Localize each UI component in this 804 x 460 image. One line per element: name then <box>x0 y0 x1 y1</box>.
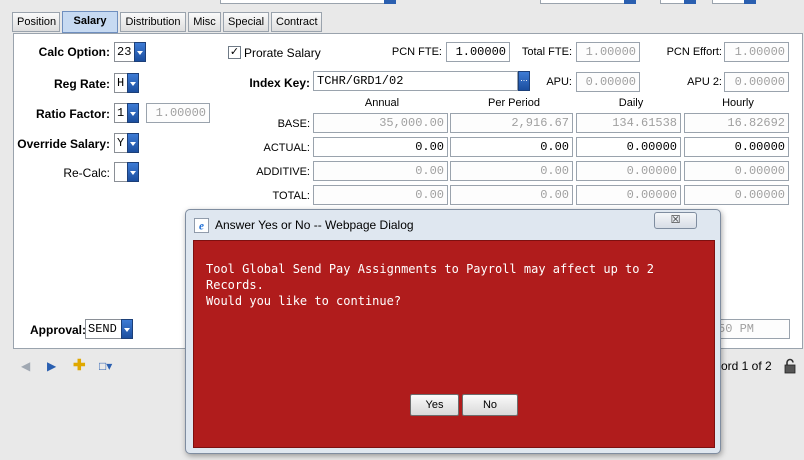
actual-daily-field[interactable]: 0.00000 <box>576 137 681 157</box>
row-label-additive: ADDITIVE: <box>256 166 310 178</box>
tab-salary[interactable]: Salary <box>62 11 118 33</box>
top-field-1[interactable] <box>220 0 390 4</box>
browser-icon: e <box>194 218 209 233</box>
tab-distribution[interactable]: Distribution <box>120 12 186 32</box>
dialog-message-line-2: Would you like to continue? <box>206 294 402 308</box>
apu-label: APU: <box>546 76 572 88</box>
record-count: ord 1 of 2 <box>721 359 772 373</box>
index-key-label: Index Key: <box>249 76 310 90</box>
re-calc-dropdown-button[interactable] <box>127 162 139 182</box>
reg-rate-dropdown-button[interactable] <box>127 73 139 93</box>
approval-dropdown-button[interactable] <box>121 319 133 339</box>
total-fte-field[interactable]: 1.00000 <box>576 42 640 62</box>
top-dropdown-button-2[interactable] <box>624 0 636 4</box>
ratio-factor-value: 1 <box>117 106 125 120</box>
confirm-dialog: e Answer Yes or No -- Webpage Dialog ☒ T… <box>185 209 721 454</box>
index-key-lookup-button[interactable]: ... <box>518 71 530 91</box>
base-per-period-field[interactable]: 2,916.67 <box>450 113 573 133</box>
partial-time-field[interactable]: 50 PM <box>714 319 790 339</box>
top-strip <box>0 0 804 10</box>
total-annual-field[interactable]: 0.00 <box>313 185 448 205</box>
dialog-message: Tool Global Send Pay Assignments to Payr… <box>206 261 706 309</box>
page-menu-icon[interactable]: □▾ <box>99 359 112 373</box>
ratio-factor-dropdown-button[interactable] <box>127 103 139 123</box>
prorate-salary-checkbox[interactable]: ✓ <box>228 46 241 59</box>
reg-rate-value: H <box>117 76 125 90</box>
row-label-actual: ACTUAL: <box>263 142 310 154</box>
ratio-factor-label: Ratio Factor: <box>35 107 110 121</box>
prev-record-icon[interactable]: ◀ <box>21 359 30 373</box>
top-dropdown-button-1[interactable] <box>384 0 396 4</box>
yes-button[interactable]: Yes <box>410 394 459 416</box>
dialog-message-line-1: Tool Global Send Pay Assignments to Payr… <box>206 262 654 292</box>
calc-option-dropdown-button[interactable] <box>134 42 146 62</box>
base-hourly-field[interactable]: 16.82692 <box>684 113 789 133</box>
next-record-icon[interactable]: ▶ <box>47 359 56 373</box>
total-per-period-field[interactable]: 0.00 <box>450 185 573 205</box>
total-hourly-field[interactable]: 0.00000 <box>684 185 789 205</box>
calc-option-value: 23 <box>117 45 132 59</box>
additive-hourly-field[interactable]: 0.00000 <box>684 161 789 181</box>
pcn-effort-field[interactable]: 1.00000 <box>724 42 789 62</box>
col-header-hourly: Hourly <box>722 97 754 109</box>
reg-rate-label: Reg Rate: <box>53 77 110 91</box>
calc-option-label: Calc Option: <box>38 45 110 59</box>
add-record-icon[interactable]: ✚ <box>73 358 86 373</box>
override-salary-select[interactable]: Y <box>114 133 139 153</box>
svg-text:e: e <box>199 221 204 233</box>
ratio-factor-amount-field[interactable]: 1.00000 <box>146 103 210 123</box>
index-key-field[interactable]: TCHR/GRD1/02 <box>313 71 518 91</box>
row-label-base: BASE: <box>277 118 310 130</box>
apu2-label: APU 2: <box>687 76 722 88</box>
tab-misc[interactable]: Misc <box>188 12 221 32</box>
reg-rate-select[interactable]: H <box>114 73 139 93</box>
no-button[interactable]: No <box>462 394 518 416</box>
tab-position[interactable]: Position <box>12 12 60 32</box>
override-salary-value: Y <box>117 136 125 150</box>
apu-field[interactable]: 0.00000 <box>576 72 640 92</box>
top-dropdown-button-4[interactable] <box>744 0 756 4</box>
col-header-annual: Annual <box>364 97 400 109</box>
re-calc-label: Re-Calc: <box>63 166 110 180</box>
row-label-total: TOTAL: <box>272 190 311 202</box>
additive-annual-field[interactable]: 0.00 <box>313 161 448 181</box>
ratio-factor-select[interactable]: 1 <box>114 103 139 123</box>
approval-select[interactable]: SEND <box>85 319 133 339</box>
dialog-title: Answer Yes or No -- Webpage Dialog <box>215 218 414 232</box>
override-salary-dropdown-button[interactable] <box>127 133 139 153</box>
approval-label: Approval: <box>30 323 87 337</box>
pcn-fte-field[interactable]: 1.00000 <box>446 42 510 62</box>
pcn-effort-label: PCN Effort: <box>666 46 722 58</box>
total-fte-label: Total FTE: <box>521 46 572 58</box>
total-daily-field[interactable]: 0.00000 <box>576 185 681 205</box>
override-salary-label: Override Salary: <box>17 137 110 151</box>
dialog-close-button[interactable]: ☒ <box>654 212 697 229</box>
prorate-salary-label: Prorate Salary <box>244 46 321 60</box>
dialog-body: Tool Global Send Pay Assignments to Payr… <box>193 240 715 448</box>
actual-per-period-field[interactable]: 0.00 <box>450 137 573 157</box>
pcn-fte-label: PCN FTE: <box>391 46 442 58</box>
close-icon: ☒ <box>670 214 681 226</box>
additive-daily-field[interactable]: 0.00000 <box>576 161 681 181</box>
actual-annual-field[interactable]: 0.00 <box>313 137 448 157</box>
additive-per-period-field[interactable]: 0.00 <box>450 161 573 181</box>
calc-option-select[interactable]: 23 <box>114 42 146 62</box>
lock-icon[interactable] <box>784 358 796 374</box>
base-daily-field[interactable]: 134.61538 <box>576 113 681 133</box>
tab-contract[interactable]: Contract <box>271 12 322 32</box>
tab-special[interactable]: Special <box>223 12 269 32</box>
top-field-2[interactable] <box>540 0 630 4</box>
re-calc-select[interactable] <box>114 162 139 182</box>
approval-value: SEND <box>88 322 117 336</box>
top-dropdown-button-3[interactable] <box>684 0 696 4</box>
apu2-field[interactable]: 0.00000 <box>724 72 789 92</box>
base-annual-field[interactable]: 35,000.00 <box>313 113 448 133</box>
actual-hourly-field[interactable]: 0.00000 <box>684 137 789 157</box>
